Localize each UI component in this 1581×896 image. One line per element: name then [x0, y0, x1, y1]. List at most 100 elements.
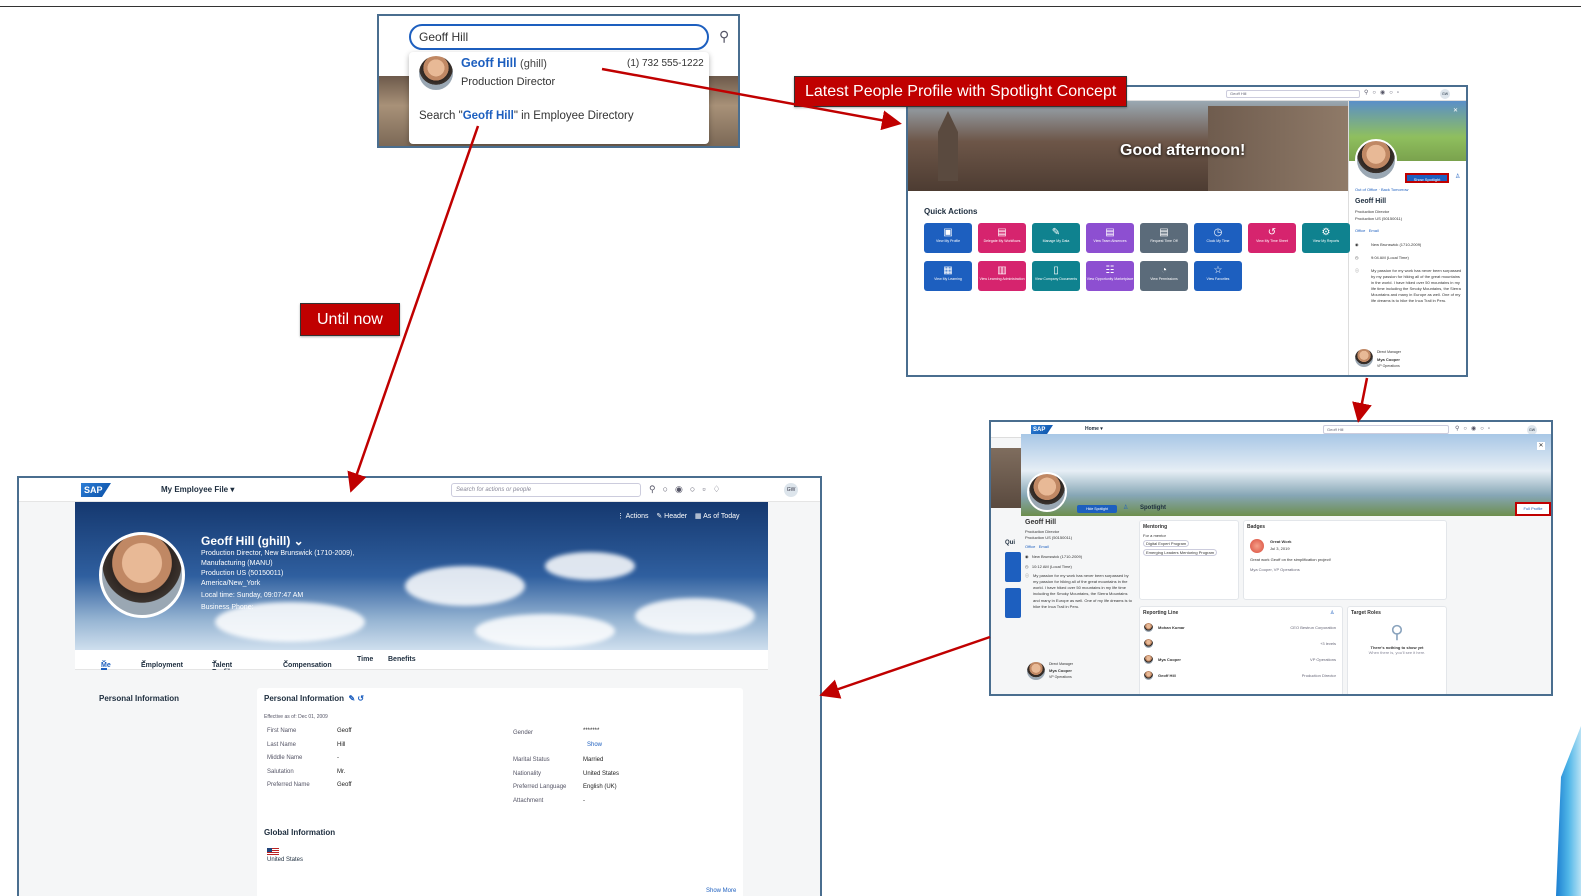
tab-talent-profile[interactable]: Talent Profile ⌄ [212, 656, 234, 676]
reporting-name[interactable]: Mohan Kumar [1158, 625, 1185, 630]
manager-avatar [1355, 349, 1373, 367]
home-menu[interactable]: Home ▾ [1085, 426, 1103, 432]
target-roles-card: Target Roles ⚲ There's nothing to show y… [1347, 606, 1447, 694]
close-icon[interactable]: ✕ [1537, 442, 1545, 450]
quick-action-tile[interactable]: ▦ View My Learning [924, 261, 972, 291]
reporting-name[interactable]: Mya Cooper [1158, 657, 1181, 662]
tile-partial[interactable] [1005, 588, 1021, 618]
manager-name[interactable]: Mya Cooper [1049, 668, 1073, 675]
result-name[interactable]: Geoff Hill [461, 56, 517, 70]
search-suggestion-screenshot: Geoff Hill ⚲ Geoff Hill (ghill) Producti… [377, 14, 740, 148]
badge-giver: Mya Cooper, VP Operations [1250, 567, 1300, 572]
tile-label: Delegate My Workflows [983, 239, 1021, 243]
quick-action-tile[interactable]: ▤ View Team Absences [1086, 223, 1134, 253]
manager-name[interactable]: Mya Cooper [1377, 357, 1400, 363]
quick-action-tile[interactable]: ☆ View Favorites [1194, 261, 1242, 291]
quick-action-tile[interactable]: ◷ Clock My Time [1194, 223, 1242, 253]
shell-icons[interactable]: ⚲○◉○▫ [1455, 425, 1494, 432]
employee-file-screenshot: SAP My Employee File ▾ Search for action… [17, 476, 822, 896]
close-icon[interactable]: ✕ [1453, 107, 1458, 114]
quick-action-tile[interactable]: ✎ Manage My Data [1032, 223, 1080, 253]
avatar[interactable]: GW [1440, 89, 1450, 99]
mentoring-chip[interactable]: Digital Expert Program [1143, 540, 1190, 547]
show-link[interactable]: Show [587, 742, 602, 748]
office-button[interactable]: Office [1025, 544, 1035, 549]
field-label: Last Name [267, 741, 297, 748]
quick-action-tile[interactable]: ⚙ View My Reports [1302, 223, 1350, 253]
quick-action-tile[interactable]: ▥ View Learning Administration [978, 261, 1026, 291]
quick-action-tile[interactable]: ↺ View My Time Sheet [1248, 223, 1296, 253]
quick-action-tile[interactable]: ▯ View Company Documents [1032, 261, 1080, 291]
result-phone[interactable]: (1) 732 555-1222 [627, 58, 704, 69]
tab-time[interactable]: Time [357, 656, 373, 663]
spotlight-side-panel: ✕ Show Spotlight ♙ Out of Office · Back … [1348, 101, 1466, 375]
badge-icon [1250, 539, 1264, 553]
show-spotlight-button[interactable]: Show Spotlight [1405, 173, 1449, 183]
quick-action-tile[interactable]: ▣ View My Profile [924, 223, 972, 253]
tab-bar: Me ⌄ Employment ⌄ Talent Profile ⌄ Compe… [75, 650, 768, 676]
more-icon: ⋮ [617, 513, 624, 520]
history-icon: ↺ [1267, 227, 1277, 238]
full-profile-button[interactable]: Full Profile [1515, 502, 1551, 516]
office-button[interactable]: Office [1355, 228, 1365, 233]
right-gutter [768, 502, 820, 896]
search-input[interactable]: Search for actions or people [451, 483, 641, 497]
mentoring-chip[interactable]: Emerging Leaders Mentoring Program [1143, 549, 1218, 556]
field-value: Mr. [337, 768, 346, 775]
shell-icons[interactable]: ⚲○◉○▫ [1364, 89, 1403, 96]
tile-label: Manage My Data [1042, 239, 1070, 243]
profile-name-menu[interactable]: Geoff Hill (ghill) ⌄ [201, 534, 304, 548]
field-value: ******* [583, 728, 600, 734]
tab-compensation[interactable]: Compensation ⌄ [283, 656, 332, 669]
field-label: Preferred Language [513, 784, 567, 790]
edit-icon[interactable]: ✎ [348, 694, 355, 703]
shell-icons[interactable]: ⚲○◉○▫♢ [649, 484, 728, 495]
manager-avatar [1027, 662, 1045, 680]
building-tower [938, 111, 958, 181]
search-input[interactable]: Geoff Hill [1226, 90, 1360, 98]
quick-action-tile[interactable]: ▤ Request Time Off [1140, 223, 1188, 253]
location-pin-icon: ◉ [1025, 554, 1029, 560]
header-actions: ⋮ Actions ✎ Header ▦ As of Today [617, 512, 740, 520]
global-information-title: Global Information [264, 828, 336, 837]
as-of-today-button[interactable]: As of Today [703, 513, 739, 520]
tab-benefits[interactable]: Benefits [388, 656, 416, 663]
header-button[interactable]: Header [664, 513, 687, 520]
hide-spotlight-button[interactable]: Hide Spotlight [1077, 505, 1117, 513]
tab-label: Me [101, 662, 111, 669]
clock-icon: ◷ [1025, 563, 1029, 569]
app-title-menu[interactable]: My Employee File ▾ [161, 485, 234, 494]
quick-action-tile[interactable]: ◔ View Permissions [1140, 261, 1188, 291]
reporting-role: Production Director [1301, 673, 1336, 678]
quick-action-tile[interactable]: ▤ Delegate My Workflows [978, 223, 1026, 253]
search-icon[interactable]: ⚲ [719, 28, 729, 45]
tile-label: View Learning Administration [979, 277, 1025, 281]
status-row: Out of Office · Back Tomorrow [1355, 187, 1408, 193]
detail-line: Manufacturing (MANU) [201, 560, 273, 567]
tile-partial[interactable] [1005, 552, 1021, 582]
email-button[interactable]: Email [1369, 228, 1379, 233]
history-icon[interactable]: ↺ [357, 694, 364, 703]
tab-employment[interactable]: Employment ⌄ [141, 656, 183, 669]
org-chart-icon[interactable]: ♙ [1123, 504, 1128, 511]
actions-button[interactable]: Actions [626, 513, 649, 520]
bio: My passion for my work has never been su… [1033, 572, 1132, 609]
decorative-ribbon [1556, 726, 1581, 896]
result-name-link[interactable]: Geoff Hill (ghill) [461, 56, 547, 70]
spotlight-title: Spotlight [1140, 505, 1166, 511]
search-input[interactable]: Geoff Hill [1323, 425, 1449, 434]
search-employee-directory-link[interactable]: Search "Geoff Hill" in Employee Director… [419, 110, 634, 122]
map-icon: ▦ [943, 265, 953, 276]
show-more-link[interactable]: Show More [706, 888, 736, 894]
org-chart-icon[interactable]: ♙ [1330, 610, 1334, 616]
tab-me[interactable]: Me ⌄ [101, 656, 111, 670]
email-button[interactable]: Email [1039, 544, 1049, 549]
tile-label: View My Profile [935, 239, 961, 243]
search-input[interactable]: Geoff Hill [409, 24, 709, 50]
org-chart-icon[interactable]: ♙ [1455, 173, 1460, 180]
avatar[interactable]: GW [784, 483, 798, 497]
person-name: Geoff Hill [1025, 519, 1057, 526]
profile-photo [99, 532, 185, 618]
quick-action-tile[interactable]: ☷ View Opportunity Marketplace [1086, 261, 1134, 291]
reporting-name[interactable]: Geoff Hill [1158, 673, 1176, 678]
